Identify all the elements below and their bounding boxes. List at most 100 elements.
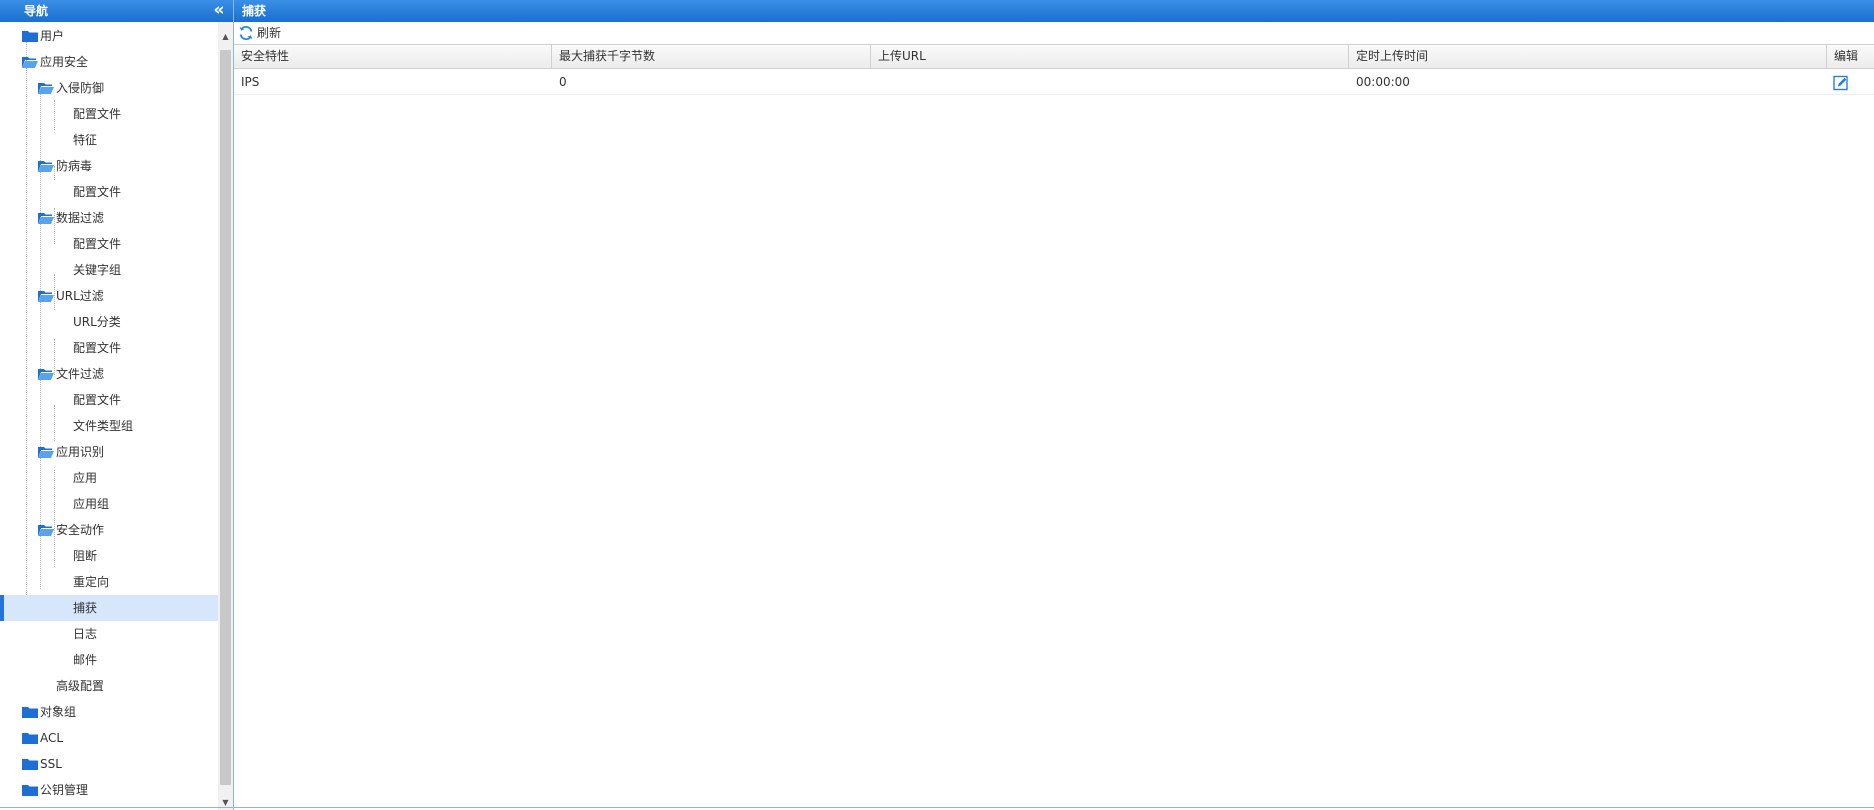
sidebar-item-capture[interactable]: 捕获 — [0, 595, 218, 621]
sidebar-item-label: URL过滤 — [56, 289, 104, 303]
column-header-edit: 编辑 — [1834, 49, 1859, 63]
sidebar-item-users[interactable]: 用户 — [0, 23, 218, 49]
sidebar-item-keyword-group[interactable]: 关键字组 — [0, 257, 218, 283]
sidebar-item-advanced-config[interactable]: 高级配置 — [0, 673, 218, 699]
sidebar-item-acl[interactable]: ACL — [0, 725, 218, 751]
folder-open-icon — [38, 446, 54, 458]
sidebar-item-ff-profile[interactable]: 配置文件 — [0, 387, 218, 413]
sidebar-item-label: 用户 — [40, 29, 65, 43]
folder-icon — [22, 784, 38, 796]
folder-open-icon — [38, 160, 54, 172]
sidebar-item-block[interactable]: 阻断 — [0, 543, 218, 569]
folder-icon — [22, 706, 38, 718]
folder-icon — [22, 732, 38, 744]
sidebar-item-label: 文件类型组 — [73, 419, 134, 433]
folder-open-icon — [38, 290, 54, 302]
sidebar-item-data-filter[interactable]: 数据过滤 — [0, 205, 218, 231]
sidebar-item-label: 公钥管理 — [40, 783, 89, 797]
sidebar-item-label: 安全动作 — [56, 523, 105, 537]
sidebar-item-label: 邮件 — [73, 653, 98, 667]
sidebar-item-ssl[interactable]: SSL — [0, 751, 218, 777]
capture-table: 安全特性 最大捕获千字节数 上传URL 定时上传时间 编辑 IPS 0 00:0… — [234, 44, 1874, 95]
sidebar-item-ips-signature[interactable]: 特征 — [0, 127, 218, 153]
sidebar-item-label: 数据过滤 — [56, 211, 105, 225]
main-panel: 捕获 刷新 安全特性 最大捕获千字节数 上传URL 定时上传时间 编辑 IPS — [234, 0, 1874, 810]
folder-open-icon — [38, 212, 54, 224]
folder-open-icon — [38, 524, 54, 536]
navigation-header: 导航 « — [0, 0, 233, 22]
sidebar-item-label: ACL — [40, 731, 64, 745]
sidebar-item-label: 配置文件 — [73, 341, 122, 355]
refresh-button[interactable]: 刷新 — [238, 22, 281, 44]
sidebar-item-file-filter[interactable]: 文件过滤 — [0, 361, 218, 387]
sidebar-item-mail[interactable]: 邮件 — [0, 647, 218, 673]
folder-open-icon — [22, 56, 38, 68]
navigation-panel: 导航 « 用户 应用安全 入侵防御 配置文件 特征 防病毒 配置文件 数据过滤 … — [0, 0, 234, 810]
sidebar-item-label: 捕获 — [73, 601, 98, 615]
sidebar-item-label: 应用组 — [73, 497, 110, 511]
sidebar-item-label: 配置文件 — [73, 393, 122, 407]
navigation-scrollbar[interactable]: ▲ ▼ — [218, 22, 233, 810]
navigation-tree: 用户 应用安全 入侵防御 配置文件 特征 防病毒 配置文件 数据过滤 配置文件 … — [0, 22, 218, 810]
sidebar-item-label: 关键字组 — [73, 263, 122, 277]
sidebar-item-redirect[interactable]: 重定向 — [0, 569, 218, 595]
folder-open-icon — [38, 82, 54, 94]
sidebar-item-label: 特征 — [73, 133, 98, 147]
sidebar-item-label: 入侵防御 — [56, 81, 105, 95]
edit-icon[interactable] — [1833, 74, 1849, 91]
sidebar-item-label: 对象组 — [40, 705, 77, 719]
sidebar-item-url-filter[interactable]: URL过滤 — [0, 283, 218, 309]
column-header-upload-url[interactable]: 上传URL — [871, 45, 1349, 68]
sidebar-item-label: 应用 — [73, 471, 98, 485]
sidebar-item-label: 阻断 — [73, 549, 98, 563]
sidebar-item-intrusion-prevention[interactable]: 入侵防御 — [0, 75, 218, 101]
scrollbar-thumb[interactable] — [220, 50, 231, 785]
sidebar-item-label: 防病毒 — [56, 159, 93, 173]
sidebar-item-label: SSL — [40, 757, 62, 771]
column-header-security-feature[interactable]: 安全特性 — [234, 45, 552, 68]
refresh-icon — [238, 25, 254, 41]
sidebar-item-label: 应用安全 — [40, 55, 89, 69]
main-header: 捕获 — [234, 0, 1874, 22]
sidebar-item-antivirus[interactable]: 防病毒 — [0, 153, 218, 179]
column-header-upload-time[interactable]: 定时上传时间 — [1349, 45, 1827, 68]
sidebar-item-label: 文件过滤 — [56, 367, 105, 381]
cell-max-capture-kb: 0 — [559, 75, 567, 89]
folder-open-icon — [38, 368, 54, 380]
table-header: 安全特性 最大捕获千字节数 上传URL 定时上传时间 编辑 — [234, 45, 1874, 69]
sidebar-item-label: 应用识别 — [56, 445, 105, 459]
cell-upload-url — [871, 69, 1349, 94]
sidebar-item-application[interactable]: 应用 — [0, 465, 218, 491]
bottom-border — [0, 807, 1874, 808]
sidebar-item-label: 重定向 — [73, 575, 110, 589]
sidebar-item-df-profile[interactable]: 配置文件 — [0, 231, 218, 257]
sidebar-item-av-profile[interactable]: 配置文件 — [0, 179, 218, 205]
double-chevron-left-icon[interactable]: « — [210, 0, 228, 22]
sidebar-item-object-group[interactable]: 对象组 — [0, 699, 218, 725]
page-title: 捕获 — [242, 4, 267, 18]
sidebar-item-label: 高级配置 — [56, 679, 105, 693]
sidebar-item-url-category[interactable]: URL分类 — [0, 309, 218, 335]
sidebar-item-file-type-group[interactable]: 文件类型组 — [0, 413, 218, 439]
sidebar-item-label: 配置文件 — [73, 185, 122, 199]
scroll-up-arrow-icon[interactable]: ▲ — [218, 29, 233, 44]
sidebar-item-label: 日志 — [73, 627, 98, 641]
cell-upload-time: 00:00:00 — [1356, 75, 1410, 89]
sidebar-item-log[interactable]: 日志 — [0, 621, 218, 647]
sidebar-item-label: URL分类 — [73, 315, 121, 329]
sidebar-item-ips-profile[interactable]: 配置文件 — [0, 101, 218, 127]
column-header-max-capture-kb[interactable]: 最大捕获千字节数 — [552, 45, 871, 68]
sidebar-item-pki[interactable]: 公钥管理 — [0, 777, 218, 803]
sidebar-item-application-group[interactable]: 应用组 — [0, 491, 218, 517]
navigation-title: 导航 — [24, 4, 49, 18]
sidebar-item-url-profile[interactable]: 配置文件 — [0, 335, 218, 361]
toolbar: 刷新 — [234, 22, 1874, 44]
sidebar-item-label: 配置文件 — [73, 107, 122, 121]
sidebar-item-security-action[interactable]: 安全动作 — [0, 517, 218, 543]
table-row[interactable]: IPS 0 00:00:00 — [234, 69, 1874, 95]
sidebar-item-label: 配置文件 — [73, 237, 122, 251]
sidebar-item-app-identification[interactable]: 应用识别 — [0, 439, 218, 465]
refresh-label: 刷新 — [257, 26, 282, 40]
sidebar-item-app-security[interactable]: 应用安全 — [0, 49, 218, 75]
folder-icon — [22, 30, 38, 42]
